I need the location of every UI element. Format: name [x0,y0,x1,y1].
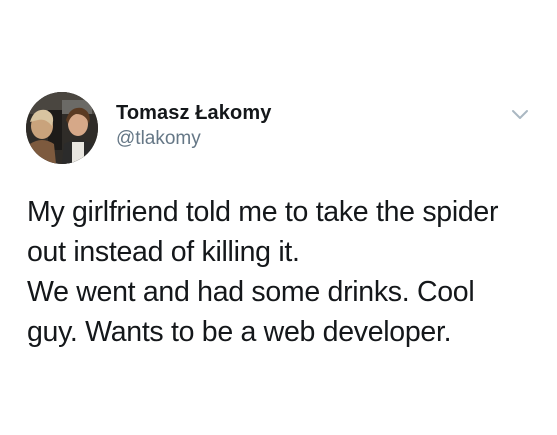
profile-photo-icon [26,92,98,164]
tweet-text-line: out instead of killing it. [27,236,300,268]
tweet-text-line: My girlfriend told me to take the spider [27,196,499,228]
avatar[interactable] [26,92,98,164]
tweet-card: Tomasz Łakomy @tlakomy My girlfriend tol… [0,0,557,435]
tweet-text-line: We went and had some drinks. Cool [27,276,475,308]
author-handle[interactable]: @tlakomy [116,128,201,150]
chevron-down-icon[interactable] [508,104,532,124]
author-display-name[interactable]: Tomasz Łakomy [116,102,271,125]
tweet-text: My girlfriend told me to take the spider… [27,192,537,352]
tweet-text-line: guy. Wants to be a web developer. [27,316,452,348]
